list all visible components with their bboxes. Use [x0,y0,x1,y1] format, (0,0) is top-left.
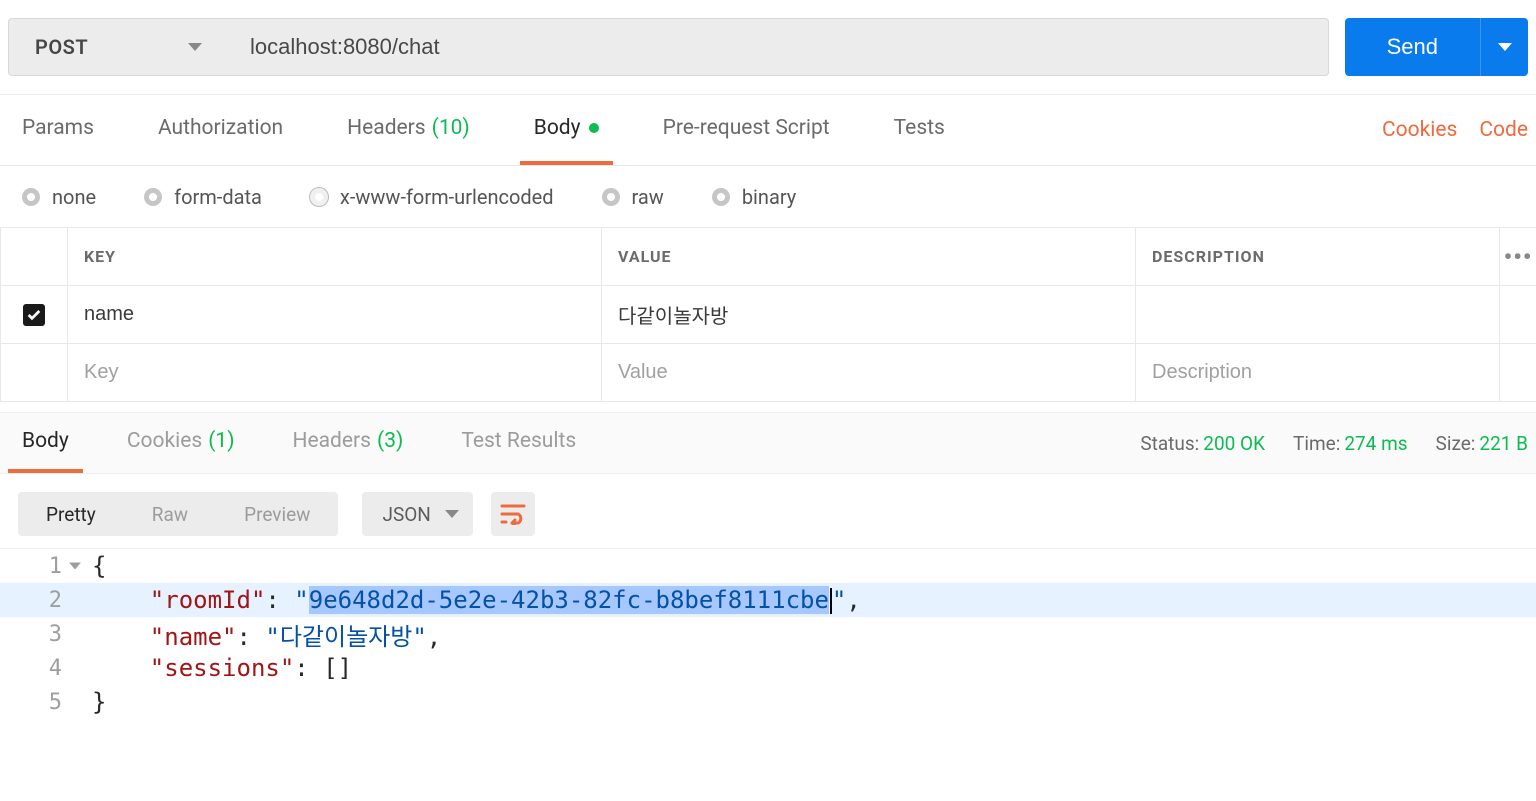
code-text: "sessions" [150,654,295,682]
tab-label: Pre-request Script [663,116,830,140]
kv-desc-input[interactable] [1152,303,1483,326]
tab-pre-request-script[interactable]: Pre-request Script [649,95,844,165]
tab-count: (1) [208,429,234,453]
format-select[interactable]: JSON [362,492,472,536]
kv-header-description: DESCRIPTION [1136,228,1500,285]
code-text: "name" [150,623,237,651]
cookies-link[interactable]: Cookies [1382,118,1457,142]
tab-count: (10) [432,116,470,140]
radio-checked-icon [310,188,328,206]
size-meta: Size:221 B [1436,432,1528,455]
tab-label: Params [22,116,94,140]
radio-label: none [52,185,96,209]
body-type-raw[interactable]: raw [602,185,664,209]
kv-value-input[interactable] [618,303,1119,326]
wrap-icon [500,503,526,525]
tab-label: Headers [347,116,425,140]
wrap-lines-button[interactable] [491,492,535,536]
tab-label: Tests [894,116,945,140]
fold-icon[interactable] [69,563,81,570]
code-text: } [92,688,106,716]
body-type-none[interactable]: none [22,185,96,209]
response-tab-headers[interactable]: Headers(3) [279,413,418,473]
tab-label: Body [22,429,69,453]
radio-icon [602,188,620,206]
code-text: [] [323,654,352,682]
kv-header-key: KEY [68,228,602,285]
send-button[interactable]: Send [1345,18,1480,76]
radio-icon [712,188,730,206]
tab-authorization[interactable]: Authorization [144,95,297,165]
kv-row [0,286,1536,344]
tab-label: Headers [293,429,371,453]
view-mode-segment: Pretty Raw Preview [18,492,338,536]
kv-row-empty [0,344,1536,402]
radio-label: binary [742,185,796,209]
tab-params[interactable]: Params [8,95,108,165]
response-tab-cookies[interactable]: Cookies(1) [113,413,249,473]
selected-text: 9e648d2d-5e2e-42b3-82fc-b8bef8111cbe [309,586,829,614]
kv-desc-input[interactable] [1152,361,1483,384]
radio-label: raw [632,185,664,209]
tab-label: Authorization [158,116,283,140]
text-caret [830,588,832,614]
radio-label: x-www-form-urlencoded [340,185,554,209]
status-meta: Status:200 OK [1140,432,1265,455]
tab-count: (3) [377,429,403,453]
tab-body[interactable]: Body [520,95,613,165]
body-type-binary[interactable]: binary [712,185,796,209]
kv-header-row: KEY VALUE DESCRIPTION ••• [0,228,1536,286]
chevron-down-icon [1498,43,1512,51]
code-text: { [92,552,106,580]
kv-key-input[interactable] [84,303,585,326]
body-type-urlencoded[interactable]: x-www-form-urlencoded [310,185,554,209]
tab-headers[interactable]: Headers (10) [333,95,484,165]
kv-header-value: VALUE [602,228,1136,285]
code-link[interactable]: Code [1479,118,1528,142]
response-tab-test-results[interactable]: Test Results [447,413,590,473]
kv-more-icon[interactable]: ••• [1500,228,1536,285]
radio-icon [144,188,162,206]
kv-value-input[interactable] [618,361,1119,384]
http-method-label: POST [35,35,88,59]
time-meta: Time:274 ms [1293,432,1408,455]
tab-tests[interactable]: Tests [880,95,959,165]
response-body-editor[interactable]: 1{ 2 "roomId": "9e648d2d-5e2e-42b3-82fc-… [0,548,1536,719]
body-type-form-data[interactable]: form-data [144,185,262,209]
view-raw-button[interactable]: Raw [124,492,216,536]
chevron-down-icon [188,43,202,51]
radio-icon [22,188,40,206]
tab-label: Test Results [461,429,576,453]
body-active-dot-icon [589,123,599,133]
check-icon [26,307,42,323]
code-text: "다같이놀자방" [265,623,426,651]
tab-label: Body [534,116,581,140]
format-label: JSON [382,503,430,526]
code-text: "roomId" [150,586,266,614]
row-checkbox[interactable] [23,304,45,326]
send-dropdown-button[interactable] [1480,18,1528,76]
view-preview-button[interactable]: Preview [216,492,338,536]
request-url-input[interactable] [228,18,1329,76]
chevron-down-icon [445,510,459,518]
radio-label: form-data [174,185,262,209]
response-tab-body[interactable]: Body [8,413,83,473]
http-method-select[interactable]: POST [8,18,228,76]
tab-label: Cookies [127,429,202,453]
view-pretty-button[interactable]: Pretty [18,492,124,536]
kv-key-input[interactable] [84,361,585,384]
